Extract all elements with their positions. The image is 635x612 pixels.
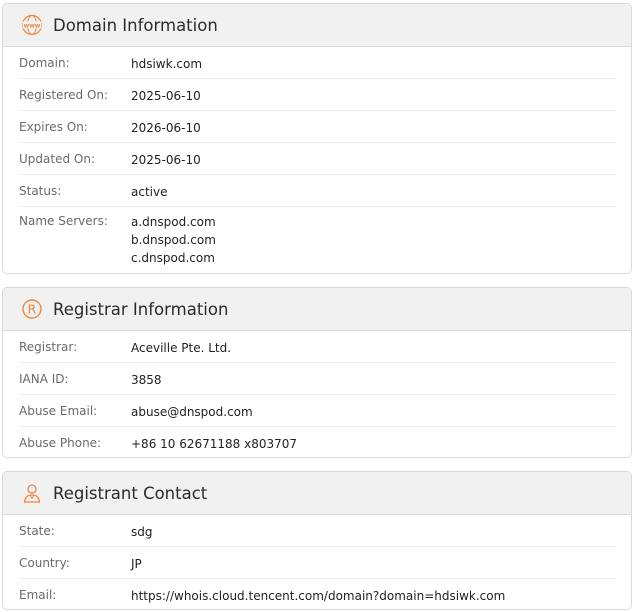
status-row: Status: active [19,175,616,207]
registrant-contact-header: Registrant Contact [3,472,631,515]
state-value: sdg [131,525,153,539]
domain-information-title: Domain Information [53,15,218,35]
status-label: Status: [19,184,62,198]
name-server-item: a.dnspod.com [131,215,216,229]
name-servers-row: Name Servers: a.dnspod.com b.dnspod.com … [19,207,616,273]
expires-on-label: Expires On: [19,120,88,134]
registered-icon: R [20,297,44,321]
updated-on-label: Updated On: [19,152,95,166]
country-value: JP [131,557,142,571]
state-label: State: [19,524,55,538]
abuse-phone-row: Abuse Phone: +86 10 62671188 x803707 [19,427,616,457]
domain-information-header: www Domain Information [3,4,631,47]
email-label: Email: [19,588,57,602]
www-globe-icon: www [20,13,44,37]
abuse-phone-value: +86 10 62671188 x803707 [131,437,298,451]
registrar-value: Aceville Pte. Ltd. [131,341,232,355]
abuse-email-value: abuse@dnspod.com [131,405,253,419]
registered-on-label: Registered On: [19,88,109,102]
domain-row: Domain: hdsiwk.com [19,47,616,79]
registrant-contact-title: Registrant Contact [53,483,208,503]
expires-on-row: Expires On: 2026-06-10 [19,111,616,143]
domain-label: Domain: [19,56,70,70]
domain-value: hdsiwk.com [131,57,203,71]
status-value: active [131,185,168,199]
updated-on-value: 2025-06-10 [131,153,201,167]
iana-id-row: IANA ID: 3858 [19,363,616,395]
name-server-item: b.dnspod.com [131,233,216,247]
iana-id-value: 3858 [131,373,162,387]
state-row: State: sdg [19,515,616,547]
name-servers-list: a.dnspod.com b.dnspod.com c.dnspod.com [131,213,216,267]
registrar-information-card: R Registrar Information Registrar: Acevi… [2,287,632,458]
abuse-phone-label: Abuse Phone: [19,436,102,450]
domain-information-card: www Domain Information Domain: hdsiwk.co… [2,3,632,274]
country-label: Country: [19,556,70,570]
country-row: Country: JP [19,547,616,579]
registrar-row: Registrar: Aceville Pte. Ltd. [19,331,616,363]
registered-on-row: Registered On: 2025-06-10 [19,79,616,111]
abuse-email-row: Abuse Email: abuse@dnspod.com [19,395,616,427]
svg-text:www: www [24,22,41,29]
registrant-contact-card: Registrant Contact State: sdg Country: J… [2,471,632,610]
registrar-information-header: R Registrar Information [3,288,631,331]
person-icon [20,481,44,505]
email-row: Email: https://whois.cloud.tencent.com/d… [19,579,616,609]
abuse-email-label: Abuse Email: [19,404,98,418]
updated-on-row: Updated On: 2025-06-10 [19,143,616,175]
registered-on-value: 2025-06-10 [131,89,201,103]
registrar-information-title: Registrar Information [53,299,229,319]
iana-id-label: IANA ID: [19,372,69,386]
email-value: https://whois.cloud.tencent.com/domain?d… [131,589,506,603]
expires-on-value: 2026-06-10 [131,121,201,135]
svg-text:R: R [28,302,37,317]
name-server-item: c.dnspod.com [131,251,215,265]
registrar-label: Registrar: [19,340,78,354]
name-servers-label: Name Servers: [19,214,108,228]
